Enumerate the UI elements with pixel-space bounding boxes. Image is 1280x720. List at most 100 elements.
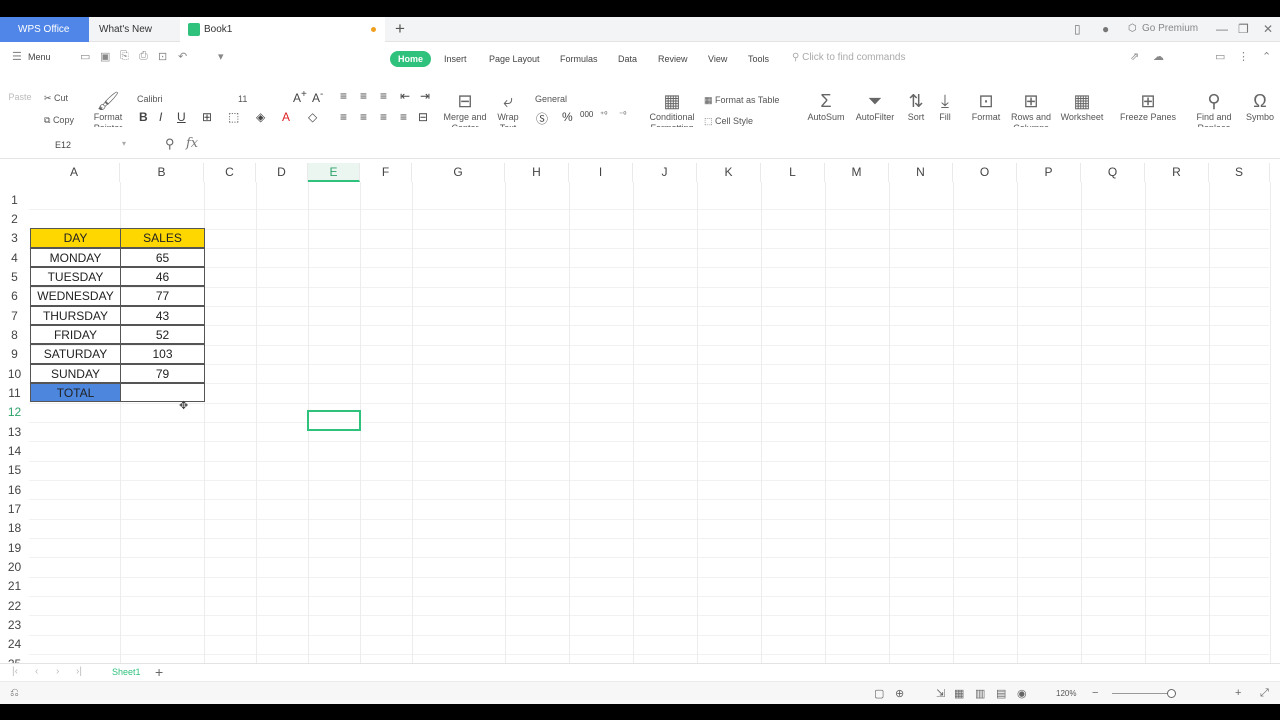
worksheet-grid[interactable]: ABCDEFGHIJKLMNOPQRS 1 2 3 4 5 6 7 8 9 10 11 12 13 14 1… <box>0 163 1280 672</box>
row-header-24[interactable]: 24 <box>0 635 29 654</box>
column-header-b[interactable]: B <box>120 163 204 182</box>
format-as-table-button[interactable]: ▦ Format as Table <box>704 95 779 106</box>
column-header-p[interactable]: P <box>1017 163 1081 182</box>
row-header-5[interactable]: 5 <box>0 268 29 287</box>
row-header-13[interactable]: 13 <box>0 423 29 442</box>
cut-button[interactable]: ✂ Cut <box>44 93 68 104</box>
format-button[interactable]: ⊡ Format <box>966 90 1006 123</box>
font-size-select[interactable]: 11 <box>238 94 247 104</box>
row-header-21[interactable]: 21 <box>0 577 29 596</box>
new-tab-plus-icon[interactable]: + <box>395 19 405 39</box>
tab-page-layout[interactable]: Page Layout <box>489 51 540 67</box>
normal-view-icon[interactable]: ▦ <box>954 687 964 700</box>
page-break-view-icon[interactable]: ▤ <box>996 687 1006 700</box>
sales-cell[interactable]: 103 <box>120 344 205 364</box>
insert-function-icon[interactable]: fx <box>186 136 198 151</box>
command-search[interactable]: ⚲ Click to find commands <box>792 52 905 63</box>
eye-protection-icon[interactable]: ◉ <box>1017 687 1027 700</box>
tab-tools[interactable]: Tools <box>748 51 769 67</box>
thousands-icon[interactable]: 000 <box>580 110 593 119</box>
tab-review[interactable]: Review <box>658 51 688 67</box>
header-cell-day[interactable]: DAY <box>30 228 121 248</box>
distributed-icon[interactable]: ⊟ <box>418 110 428 124</box>
row-header-14[interactable]: 14 <box>0 442 29 461</box>
column-header-g[interactable]: G <box>412 163 505 182</box>
preview-icon[interactable]: ⊡ <box>158 50 167 63</box>
column-header-d[interactable]: D <box>256 163 308 182</box>
column-header-a[interactable]: A <box>29 163 120 182</box>
decrease-decimal-icon[interactable]: ⁻⁰ <box>619 110 626 119</box>
fill-color-icon[interactable]: ◈ <box>256 110 265 124</box>
column-header-h[interactable]: H <box>505 163 569 182</box>
align-left-icon[interactable]: ≡ <box>340 110 347 124</box>
tab-view[interactable]: View <box>708 51 727 67</box>
align-middle-icon[interactable]: ≡ <box>360 89 367 103</box>
active-cell-selection[interactable] <box>307 410 361 431</box>
day-cell[interactable]: SUNDAY <box>30 363 121 383</box>
go-premium-link[interactable]: Go Premium <box>1142 23 1198 34</box>
increase-font-icon[interactable]: A+ <box>293 89 307 105</box>
restore-icon[interactable]: ❐ <box>1238 22 1249 36</box>
total-label-cell[interactable]: TOTAL <box>30 383 121 403</box>
sales-cell[interactable]: 79 <box>120 363 205 383</box>
prev-sheet-icon[interactable]: ‹ <box>35 666 38 677</box>
name-box[interactable]: E12 <box>55 140 71 150</box>
outdent-icon[interactable]: ⇥ <box>420 89 430 103</box>
row-header-22[interactable]: 22 <box>0 597 29 616</box>
column-header-l[interactable]: L <box>761 163 825 182</box>
tab-whats-new[interactable]: What's New <box>89 17 179 42</box>
macro-icon[interactable]: ⎌ <box>10 687 19 700</box>
chevron-down-icon[interactable]: ▾ <box>122 139 126 148</box>
tab-formulas[interactable]: Formulas <box>560 51 598 67</box>
column-header-q[interactable]: Q <box>1081 163 1145 182</box>
row-header-16[interactable]: 16 <box>0 481 29 500</box>
save-icon[interactable]: ▣ <box>100 50 110 63</box>
layout-icon[interactable]: ▯ <box>1074 22 1081 36</box>
tab-insert[interactable]: Insert <box>444 51 467 67</box>
print-icon[interactable]: ⎙ <box>139 50 148 63</box>
day-cell[interactable]: THURSDAY <box>30 305 121 325</box>
first-sheet-icon[interactable]: |‹ <box>12 666 18 677</box>
protect-icon[interactable]: ▢ <box>874 687 884 700</box>
align-bottom-icon[interactable]: ≡ <box>380 89 387 103</box>
row-header-10[interactable]: 10 <box>0 365 29 384</box>
row-header-1[interactable]: 1 <box>0 191 29 210</box>
sales-cell[interactable]: 65 <box>120 247 205 268</box>
autofilter-button[interactable]: ⏷ AutoFilter <box>852 90 898 123</box>
justify-icon[interactable]: ≡ <box>400 110 407 124</box>
menu-button[interactable]: Menu <box>28 52 51 62</box>
row-header-11[interactable]: 11 <box>0 384 29 403</box>
autosum-button[interactable]: Σ AutoSum <box>804 90 848 123</box>
row-header-3[interactable]: 3 <box>0 229 29 248</box>
fullscreen-icon[interactable]: ⤢ <box>1260 687 1269 700</box>
customize-icon[interactable]: ▾ <box>218 50 224 63</box>
zoom-slider-knob[interactable] <box>1167 689 1176 698</box>
comment-icon[interactable]: ▭ <box>1215 50 1225 63</box>
row-header-19[interactable]: 19 <box>0 539 29 558</box>
row-header-18[interactable]: 18 <box>0 519 29 538</box>
sales-cell[interactable]: 43 <box>120 305 205 325</box>
cell-fill-icon[interactable]: ⬚ <box>228 110 239 124</box>
row-header-23[interactable]: 23 <box>0 616 29 635</box>
cell-style-button[interactable]: ⬚ Cell Style <box>704 116 753 127</box>
cell-mode-icon[interactable]: ⊕ <box>895 687 904 700</box>
align-center-icon[interactable]: ≡ <box>360 110 367 124</box>
column-header-e[interactable]: E <box>308 163 360 182</box>
freeze-panes-button[interactable]: ⊞ Freeze Panes <box>1118 90 1178 123</box>
day-cell[interactable]: MONDAY <box>30 247 121 268</box>
total-value-cell[interactable] <box>120 383 205 403</box>
tab-data[interactable]: Data <box>618 51 637 67</box>
font-color-icon[interactable]: A <box>282 110 290 124</box>
sales-cell[interactable]: 52 <box>120 325 205 345</box>
worksheet-button[interactable]: ▦ Worksheet <box>1058 90 1106 123</box>
decrease-font-icon[interactable]: A- <box>312 89 323 105</box>
close-icon[interactable]: ✕ <box>1263 22 1273 36</box>
number-format-select[interactable]: General <box>535 94 567 104</box>
column-header-n[interactable]: N <box>889 163 953 182</box>
font-name-select[interactable]: Calibri <box>137 94 163 104</box>
column-header-o[interactable]: O <box>953 163 1017 182</box>
column-header-f[interactable]: F <box>360 163 412 182</box>
avatar[interactable]: ● <box>1102 22 1109 36</box>
sheet-tab-sheet1[interactable]: Sheet1 <box>112 667 141 677</box>
day-cell[interactable]: FRIDAY <box>30 325 121 345</box>
